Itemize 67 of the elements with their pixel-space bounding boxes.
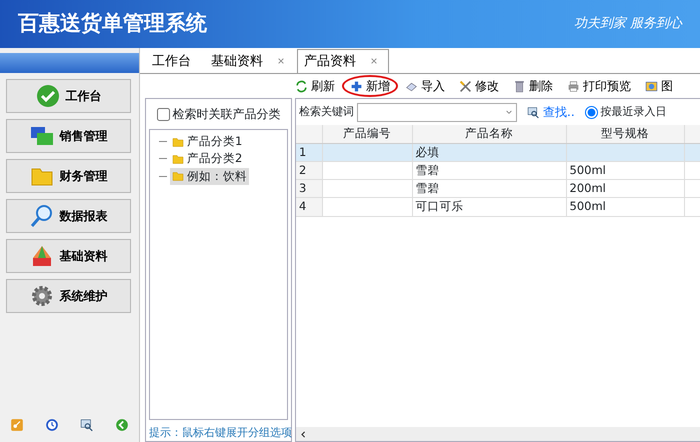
tree-item[interactable]: 产品分类1 [170,133,244,150]
column-header: 产品编号 [322,125,412,143]
toolbar-button[interactable]: 图 [638,76,680,96]
scroll-left-icon [299,430,308,438]
row-number: 4 [296,198,322,216]
close-icon[interactable] [370,56,378,65]
close-icon[interactable] [277,56,285,65]
tree-line [159,176,167,177]
sidebar-button[interactable]: 基础资料 [6,239,131,273]
tree-item[interactable]: 例如：饮料 [170,168,249,185]
table-cell: 雪碧 [412,180,566,198]
search-icon[interactable] [80,418,94,432]
dropdown-caret-icon [505,108,513,116]
tab[interactable]: 工作台 [146,50,197,73]
find-link[interactable]: 查找.. [520,102,582,122]
checkbox[interactable] [156,108,170,120]
folder-icon [172,136,184,148]
tree-item[interactable]: 产品分类2 [170,150,244,168]
column-header: 型号规格 [566,125,684,143]
search-label: 检索关键词 [299,104,354,120]
check-icon [36,84,60,108]
table-cell: 500ml [566,198,684,216]
clock-icon[interactable] [45,418,59,432]
refresh-icon [295,80,308,92]
radio-button[interactable] [584,106,598,118]
table-cell: 200ml [566,180,684,198]
back-icon[interactable] [115,418,129,432]
column-header: 产品名称 [412,125,566,143]
sidebar-button[interactable]: 工作台 [6,79,131,113]
radio-label[interactable]: 按最近录入日 [600,104,667,120]
row-number: 2 [296,161,322,180]
app-title: 百惠送货单管理系统 [18,10,207,38]
cross-tools-icon [459,80,472,92]
sidebar-button[interactable]: 系统维护 [6,279,131,313]
toolbar-button[interactable]: 修改 [452,76,506,96]
table-cell: 必填 [412,143,566,162]
keyword-combobox[interactable] [357,102,517,122]
tab[interactable]: 基础资料 [205,50,289,73]
tree-line [159,158,167,160]
key-icon[interactable] [10,418,24,432]
trash-icon [513,80,526,92]
magnifier-icon [30,204,54,228]
toolbar-button[interactable]: 新增 [342,75,398,97]
toolbar-button[interactable]: 删除 [506,76,560,96]
slogan: 功夫到家 服务到心 [574,15,682,34]
checkbox-label[interactable]: 检索时关联产品分类 [172,105,280,123]
windows-icon [30,124,54,148]
row-number: 1 [296,143,322,162]
printer-icon [567,80,580,92]
toolbar-button[interactable]: 打印预览 [560,76,638,96]
plus-icon [350,80,363,92]
table-cell: 500ml [566,161,684,180]
folder-icon [172,170,184,182]
tree-line [159,141,167,142]
sidebar-button[interactable]: 数据报表 [6,199,131,233]
gear-icon [30,284,54,308]
row-number: 3 [296,180,322,198]
toolbar-button[interactable]: 刷新 [288,76,342,96]
search-icon [527,106,540,118]
toolbar-button[interactable]: 导入 [398,76,452,96]
sidebar-button[interactable]: 财务管理 [6,159,131,193]
sidebar-button[interactable]: 销售管理 [6,119,131,153]
table-cell: 可口可乐 [412,198,566,216]
folder-icon [172,152,184,165]
table-cell: 雪碧 [412,161,566,180]
image-icon [645,80,658,92]
hint-text: 提示：鼠标右键展开分组选项 [148,424,291,440]
